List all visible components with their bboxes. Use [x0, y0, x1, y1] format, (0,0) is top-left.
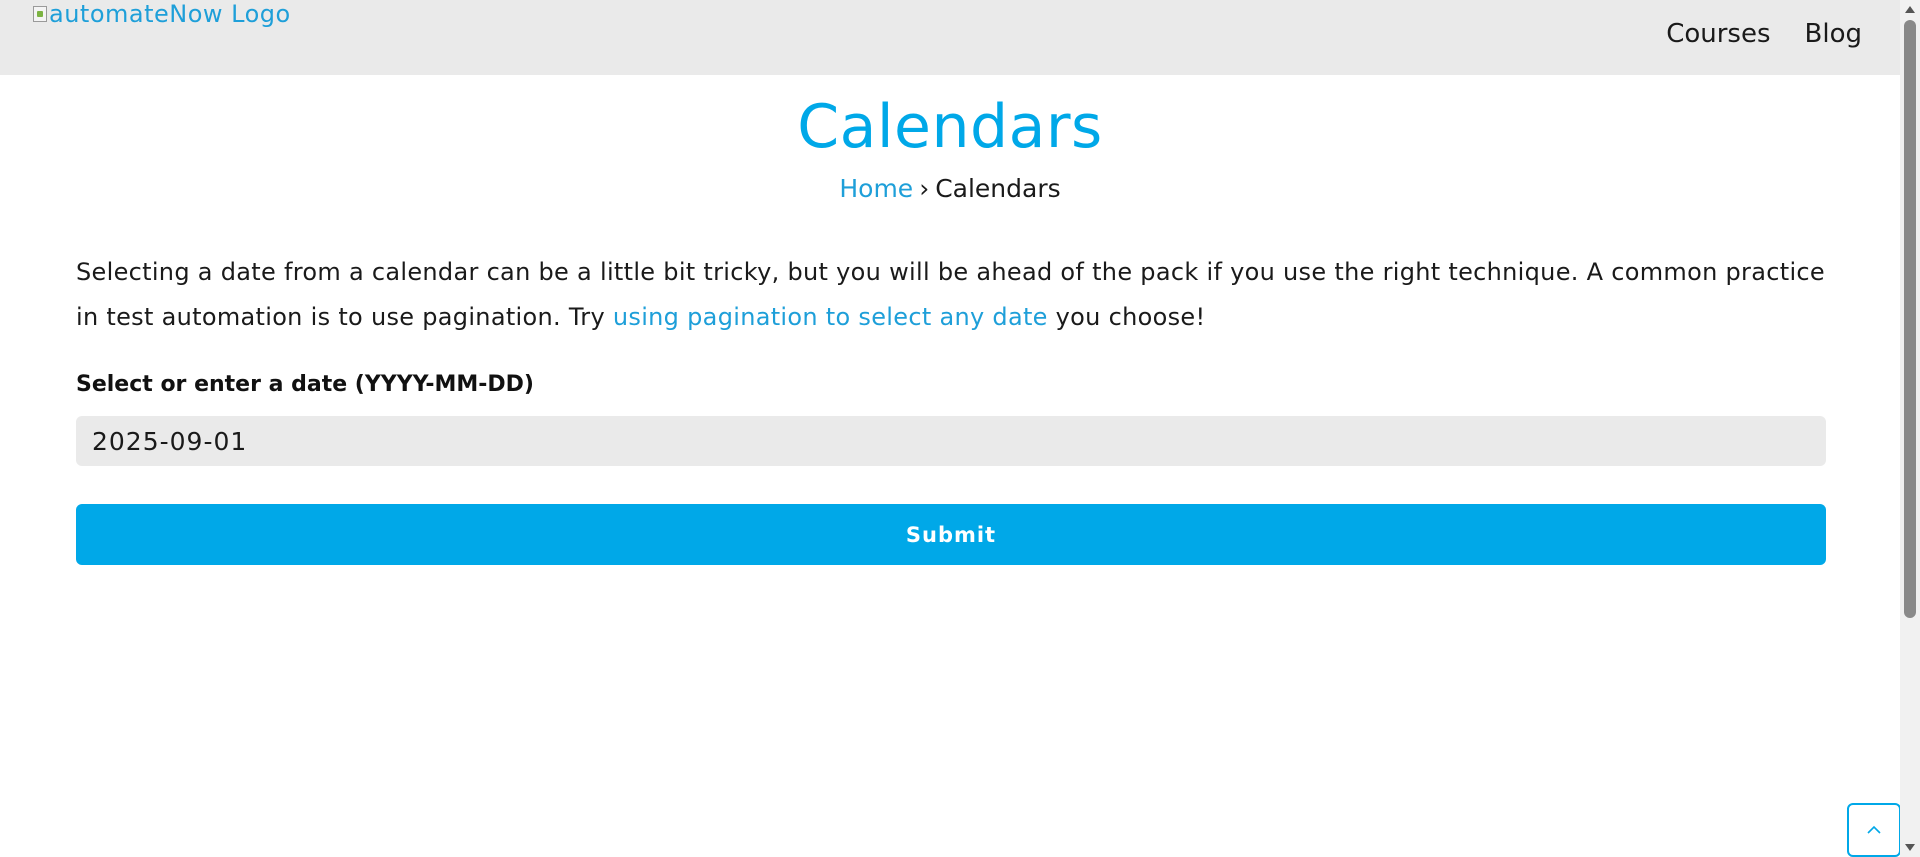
main-nav: Courses Blog	[1666, 19, 1862, 49]
intro-text-after: you choose!	[1047, 303, 1206, 331]
intro-paragraph: Selecting a date from a calendar can be …	[76, 250, 1836, 340]
scroll-to-top-button[interactable]	[1847, 803, 1901, 857]
logo-alt-text: automateNow Logo	[49, 0, 291, 28]
nav-blog-link[interactable]: Blog	[1805, 19, 1862, 49]
breadcrumb-home-link[interactable]: Home	[839, 174, 913, 203]
submit-button[interactable]: Submit	[76, 504, 1826, 565]
date-field-label: Select or enter a date (YYYY-MM-DD)	[76, 372, 534, 397]
scroll-down-arrow-icon[interactable]	[1905, 844, 1915, 851]
page-title: Calendars	[797, 92, 1103, 162]
chevron-up-icon	[1867, 825, 1881, 834]
page: automateNow Logo Courses Blog Calendars …	[0, 0, 1920, 857]
vertical-scrollbar[interactable]	[1900, 0, 1920, 857]
scroll-up-arrow-icon[interactable]	[1905, 6, 1915, 13]
broken-image-icon	[33, 6, 47, 22]
breadcrumb: Home › Calendars	[0, 174, 1900, 203]
site-logo-link[interactable]: automateNow Logo	[33, 0, 291, 28]
scrollbar-thumb[interactable]	[1904, 20, 1916, 618]
pagination-link[interactable]: using pagination to select any date	[613, 303, 1048, 331]
breadcrumb-current: Calendars	[935, 174, 1061, 203]
breadcrumb-separator: ›	[919, 174, 930, 203]
site-header: automateNow Logo Courses Blog	[0, 0, 1900, 75]
nav-courses-link[interactable]: Courses	[1666, 19, 1770, 49]
date-input[interactable]	[76, 416, 1826, 466]
